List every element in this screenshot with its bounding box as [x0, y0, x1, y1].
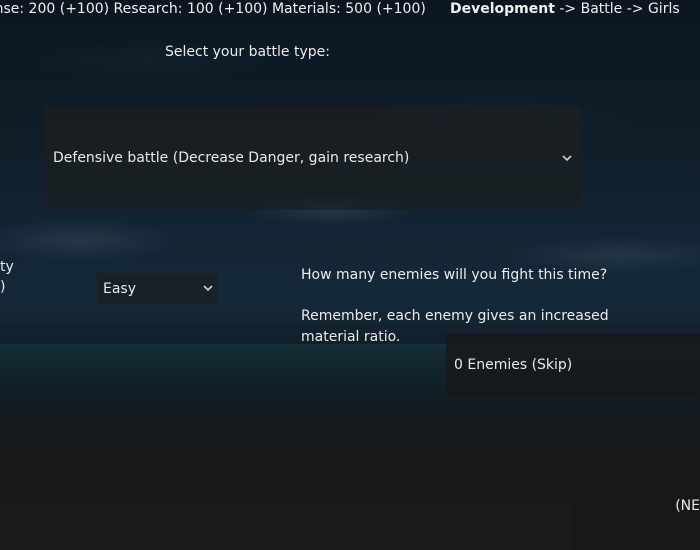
- chevron-down-icon: [203, 283, 213, 293]
- breadcrumb: Development -> Battle -> Girls: [450, 1, 680, 17]
- next-button-label: (NE: [675, 498, 700, 514]
- breadcrumb-current: Development: [450, 1, 555, 17]
- next-button[interactable]: (NE: [571, 462, 700, 550]
- enemies-question: How many enemies will you fight this tim…: [301, 267, 608, 283]
- battle-type-label: Select your battle type:: [165, 44, 330, 60]
- difficulty-select[interactable]: Easy: [97, 273, 218, 304]
- breadcrumb-rest: -> Battle -> Girls: [554, 1, 680, 17]
- difficulty-selected: Easy: [103, 280, 137, 297]
- enemies-note-line2: material ratio.: [301, 329, 401, 345]
- difficulty-label-partial: ty: [0, 259, 14, 275]
- difficulty-label-partial-2: ): [0, 279, 6, 295]
- battle-type-select[interactable]: Defensive battle (Decrease Danger, gain …: [45, 106, 580, 210]
- chevron-down-icon: [562, 153, 572, 163]
- resource-counters: ense: 200 (+100) Research: 100 (+100) Ma…: [0, 1, 426, 17]
- enemies-skip-label: 0 Enemies (Skip): [454, 357, 573, 373]
- enemies-skip-button[interactable]: 0 Enemies (Skip): [446, 333, 700, 397]
- battle-type-selected: Defensive battle (Decrease Danger, gain …: [53, 150, 410, 166]
- enemies-note-line1: Remember, each enemy gives an increased: [301, 308, 609, 324]
